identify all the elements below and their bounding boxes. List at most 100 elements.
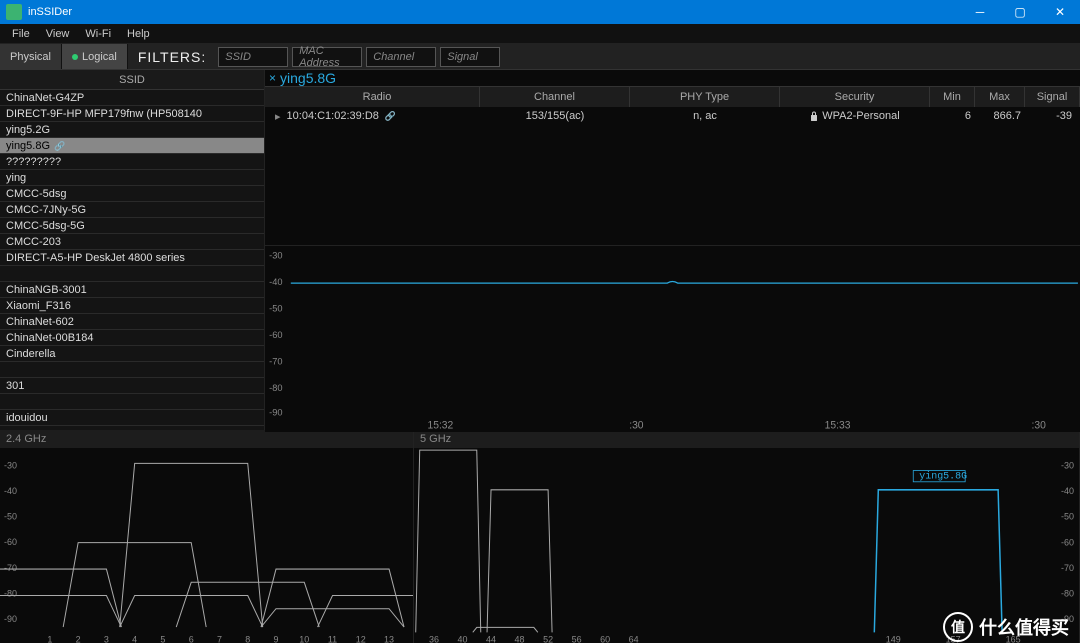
svg-text:11: 11 <box>328 634 337 643</box>
ssid-sidebar: SSID ChinaNet-G4ZPDIRECT-9F-HP MFP179fnw… <box>0 70 265 430</box>
ssid-item[interactable]: ChinaNet-602 <box>0 314 264 330</box>
ssid-item[interactable]: Xiaomi_F316 <box>0 298 264 314</box>
window-title: inSSIDer <box>28 6 960 18</box>
radio-security: WPA2-Personal <box>822 110 899 122</box>
ssid-item[interactable]: idouidou <box>0 410 264 426</box>
filters-label: FILTERS: <box>128 49 216 65</box>
ssid-item[interactable]: CMCC-5dsg <box>0 186 264 202</box>
svg-text:3: 3 <box>104 634 109 643</box>
svg-text:7: 7 <box>217 634 222 643</box>
col-signal[interactable]: Signal <box>1025 87 1080 107</box>
radio-phy: n, ac <box>630 110 780 122</box>
ssid-label: CMCC-7JNy-5G <box>6 202 86 218</box>
ssid-item[interactable]: DIRECT-9F-HP MFP179fnw (HP508140 <box>0 106 264 122</box>
svg-text:-80: -80 <box>1061 588 1074 598</box>
ssid-label: ying <box>6 170 26 186</box>
radio-channel: 153/155(ac) <box>480 110 630 122</box>
svg-text:-90: -90 <box>1061 614 1074 624</box>
ssid-item[interactable]: ying5.8G🔗 <box>0 138 264 154</box>
ssid-label: Xiaomi_F316 <box>6 298 71 314</box>
physical-toggle[interactable]: Physical <box>0 44 62 69</box>
col-security[interactable]: Security <box>780 87 930 107</box>
menu-wifi[interactable]: Wi-Fi <box>77 26 119 42</box>
filter-channel-input[interactable]: Channel <box>366 47 436 67</box>
chart-5ghz: 5 GHz 3640444852566064149157165 -30 -40 … <box>414 430 1080 643</box>
svg-text:-50: -50 <box>1061 512 1074 522</box>
close-details-icon[interactable]: × <box>269 71 276 85</box>
main-area: SSID ChinaNet-G4ZPDIRECT-9F-HP MFP179fnw… <box>0 70 1080 430</box>
radio-row[interactable]: ▸ 10:04:C1:02:39:D8 🔗 153/155(ac) n, ac … <box>265 107 1080 125</box>
radio-max: 866.7 <box>975 110 1025 122</box>
col-max[interactable]: Max <box>975 87 1025 107</box>
svg-text:56: 56 <box>572 634 582 643</box>
link-icon: 🔗 <box>385 111 396 122</box>
col-phy[interactable]: PHY Type <box>630 87 780 107</box>
ssid-item[interactable]: Cinderella <box>0 346 264 362</box>
ssid-list: ChinaNet-G4ZPDIRECT-9F-HP MFP179fnw (HP5… <box>0 90 264 430</box>
svg-text:9: 9 <box>273 634 278 643</box>
ssid-item[interactable]: CMCC-5dsg-5G <box>0 218 264 234</box>
selected-ssid-title: ying5.8G <box>280 70 336 86</box>
ssid-item[interactable] <box>0 362 264 378</box>
svg-text:-50: -50 <box>269 303 282 314</box>
radio-table: Radio Channel PHY Type Security Min Max … <box>265 86 1080 125</box>
svg-text:36: 36 <box>429 634 439 643</box>
expand-icon[interactable]: ▸ <box>275 110 281 123</box>
window-titlebar: inSSIDer ─ ▢ ✕ <box>0 0 1080 24</box>
ssid-item[interactable]: ying5.2G <box>0 122 264 138</box>
ssid-item[interactable]: DIRECT-A5-HP DeskJet 4800 series <box>0 250 264 266</box>
ssid-item[interactable]: CMCC-7JNy-5G <box>0 202 264 218</box>
svg-text:10: 10 <box>299 634 309 643</box>
svg-text:6: 6 <box>189 634 194 643</box>
menu-help[interactable]: Help <box>119 26 158 42</box>
svg-text:-90: -90 <box>4 614 17 624</box>
ssid-item[interactable]: ChinaNet-00B184 <box>0 330 264 346</box>
filter-signal-input[interactable]: Signal <box>440 47 500 67</box>
col-min[interactable]: Min <box>930 87 975 107</box>
logical-toggle[interactable]: Logical <box>62 44 128 69</box>
ssid-item[interactable]: 301 <box>0 378 264 394</box>
filter-ssid-input[interactable]: SSID <box>218 47 288 67</box>
details-pane: × ying5.8G Radio Channel PHY Type Securi… <box>265 70 1080 430</box>
svg-text:-70: -70 <box>1061 563 1074 573</box>
details-header: × ying5.8G <box>265 70 1080 86</box>
app-icon <box>6 4 22 20</box>
svg-text:15:32: 15:32 <box>427 420 453 431</box>
svg-text:4: 4 <box>132 634 137 643</box>
minimize-button[interactable]: ─ <box>960 0 1000 24</box>
ssid-label: DIRECT-9F-HP MFP179fnw (HP508140 <box>6 106 202 122</box>
svg-text:-30: -30 <box>4 460 17 470</box>
svg-text:12: 12 <box>356 634 366 643</box>
col-channel[interactable]: Channel <box>480 87 630 107</box>
signal-time-chart[interactable]: -30 -40 -50 -60 -70 -80 -90 15:32 :30 15… <box>265 245 1080 432</box>
svg-text:52: 52 <box>543 634 553 643</box>
svg-text:-40: -40 <box>4 486 17 496</box>
ssid-item[interactable] <box>0 266 264 282</box>
ssid-label: CMCC-203 <box>6 234 61 250</box>
menu-view[interactable]: View <box>38 26 78 42</box>
ssid-item[interactable]: ying <box>0 170 264 186</box>
svg-text:-40: -40 <box>1061 486 1074 496</box>
ssid-item[interactable]: CMCC-203 <box>0 234 264 250</box>
svg-text:-60: -60 <box>4 537 17 547</box>
ssid-item[interactable]: ChinaNet-G4ZP <box>0 90 264 106</box>
ssid-item[interactable]: ChinaNGB-3001 <box>0 282 264 298</box>
col-radio[interactable]: Radio <box>265 87 480 107</box>
maximize-button[interactable]: ▢ <box>1000 0 1040 24</box>
chart-5ghz-body[interactable]: 3640444852566064149157165 -30 -40 -50 -6… <box>414 448 1079 643</box>
ssid-label: 301 <box>6 378 24 394</box>
close-button[interactable]: ✕ <box>1040 0 1080 24</box>
svg-text:40: 40 <box>458 634 468 643</box>
ssid-item[interactable] <box>0 394 264 410</box>
menu-file[interactable]: File <box>4 26 38 42</box>
ssid-label: CMCC-5dsg <box>6 186 67 202</box>
filter-mac-input[interactable]: MAC Address <box>292 47 362 67</box>
ssid-label: Cinderella <box>6 346 56 362</box>
chart-2-4ghz-body[interactable]: -30 -40 -50 -60 -70 -80 -90 123456789101… <box>0 448 413 643</box>
link-icon: 🔗 <box>54 138 65 154</box>
ssid-item[interactable]: ????????? <box>0 154 264 170</box>
svg-text:-30: -30 <box>269 250 282 261</box>
svg-text:-60: -60 <box>269 329 282 340</box>
svg-text:48: 48 <box>515 634 525 643</box>
svg-text:15:33: 15:33 <box>825 420 851 431</box>
